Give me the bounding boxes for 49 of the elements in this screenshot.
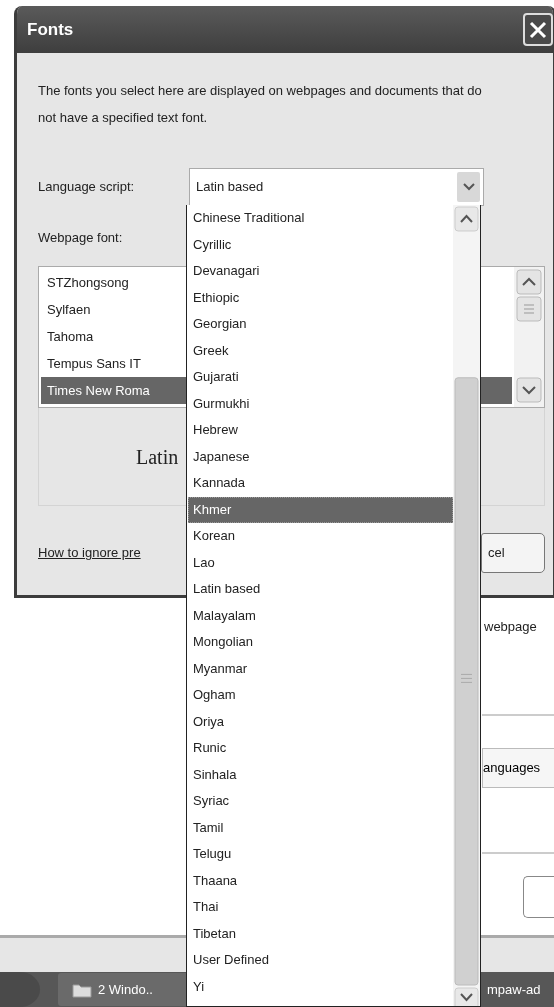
taskbar-button[interactable]: mpaw-ad — [487, 973, 541, 1006]
partial-button[interactable] — [523, 876, 554, 918]
dropdown-option[interactable]: Runic — [188, 735, 453, 762]
dropdown-option[interactable]: Latin based — [188, 576, 453, 603]
dropdown-option[interactable]: Syriac — [188, 788, 453, 815]
dropdown-option[interactable]: Devanagari — [188, 258, 453, 285]
dropdown-option[interactable]: Thaana — [188, 867, 453, 894]
cancel-button[interactable]: cel — [481, 533, 545, 573]
close-button[interactable] — [523, 13, 553, 46]
close-icon — [529, 20, 547, 39]
dropdown-option[interactable]: Telugu — [188, 841, 453, 868]
dropdown-option[interactable]: Gurmukhi — [188, 390, 453, 417]
dropdown-option[interactable]: Mongolian — [188, 629, 453, 656]
dropdown-option[interactable]: Lao — [188, 549, 453, 576]
dialog-title: Fonts — [27, 18, 74, 41]
field-label: Language script: — [38, 178, 136, 197]
languages-button[interactable]: anguages — [482, 748, 554, 788]
dropdown-option[interactable]: Oriya — [188, 708, 453, 735]
scrollbar[interactable] — [514, 267, 544, 407]
dropdown-option[interactable]: Cyrillic — [188, 231, 453, 258]
dropdown-option[interactable]: Sinhala — [188, 761, 453, 788]
dropdown-option[interactable]: Chinese Traditional — [188, 205, 453, 232]
dropdown-option[interactable]: Japanese — [188, 443, 453, 470]
dropdown-option[interactable]: Ethiopic — [188, 284, 453, 311]
taskbar-button[interactable]: 2 Windo.. — [58, 973, 186, 1006]
dropdown-option[interactable]: Ogham — [188, 682, 453, 709]
preview-text: Latin — [136, 444, 179, 470]
field-label: Webpage font: — [38, 229, 123, 248]
start-button[interactable] — [0, 972, 40, 1007]
dropdown-option[interactable]: Tibetan — [188, 920, 453, 947]
dropdown-option[interactable]: Korean — [188, 523, 453, 550]
language-script-dropdown[interactable]: Latin based — [189, 168, 484, 206]
dropdown-option[interactable]: Kannada — [188, 470, 453, 497]
scrollbar[interactable] — [453, 205, 480, 1006]
dropdown-option[interactable]: Malayalam — [188, 602, 453, 629]
dropdown-option[interactable]: Thai — [188, 894, 453, 921]
dropdown-option[interactable]: Georgian — [188, 311, 453, 338]
dropdown-option[interactable]: Gujarati — [188, 364, 453, 391]
dropdown-option[interactable]: Myanmar — [188, 655, 453, 682]
description-text: The fonts you select here are displayed on webpages and documents that do not have a specified text font. — [38, 82, 483, 127]
dropdown-option[interactable]: Greek — [188, 337, 453, 364]
dropdown-option[interactable]: Tamil — [188, 814, 453, 841]
background-text: webpage — [483, 618, 538, 636]
chevron-down-icon — [462, 183, 475, 191]
dropdown-option[interactable]: Hebrew — [188, 417, 453, 444]
dropdown-option[interactable]: Yi — [188, 973, 453, 1000]
folder-icon — [72, 981, 92, 998]
help-link[interactable]: How to ignore pre — [38, 543, 141, 563]
dropdown-option[interactable]: Khmer — [188, 496, 453, 523]
